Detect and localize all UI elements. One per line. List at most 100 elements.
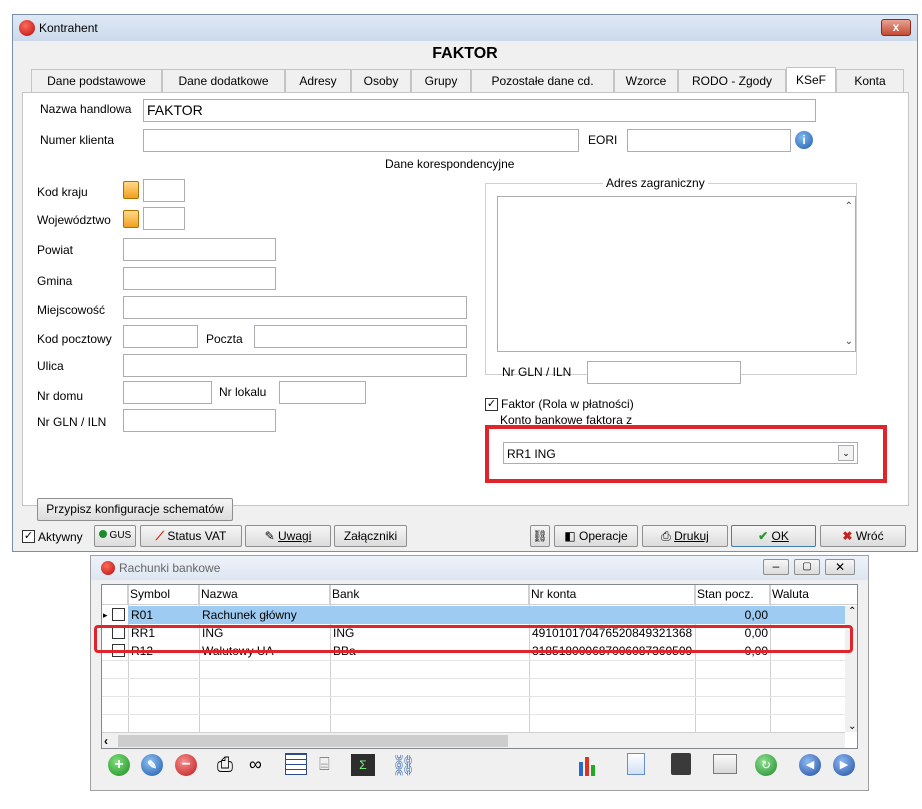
nr-domu-label: Nr domu [37,389,84,403]
cell-stan: 0,00 [744,608,768,622]
title-bar: Kontrahent x [13,15,917,41]
ulica-input[interactable] [123,354,467,377]
tab-dane-podstawowe[interactable]: Dane podstawowe [31,69,162,93]
printer-icon: ⎙ [661,529,671,543]
kod-pocztowy-input[interactable] [123,325,198,348]
nr-lokalu-input[interactable] [279,381,366,404]
nr-lokalu-label: Nr lokalu [219,385,267,399]
tab-dane-dodatkowe[interactable]: Dane dodatkowe [162,69,285,93]
column-waluta[interactable]: Waluta [770,585,857,605]
horizontal-scrollbar[interactable]: ‹ [102,732,845,748]
przypisz-button[interactable]: Przypisz konfiguracje schematów [37,498,233,521]
nr-gln2-input[interactable] [587,361,741,384]
poczta-input[interactable] [254,325,467,348]
wojewodztwo-input[interactable] [143,207,185,230]
kod-kraju-input[interactable] [143,179,185,202]
close-button[interactable]: ✕ [825,559,855,575]
tab-pozostale[interactable]: Pozostałe dane cd. [471,69,614,93]
scroll-up-icon[interactable]: ⌃ [848,606,856,617]
cell-nr-konta [530,606,695,624]
scroll-thumb[interactable] [118,735,508,747]
row-checkbox[interactable] [112,608,125,621]
close-button[interactable]: x [881,19,911,36]
rachunki-titlebar: Rachunki bankowe – ▢ ✕ [91,556,868,580]
operacje-icon: ◧ [564,529,576,543]
tab-osoby[interactable]: Osoby [351,69,411,93]
drukuj-label: Drukuj [674,529,709,543]
filter-icon[interactable]: ⌸ [319,754,330,775]
grid-line [102,678,857,679]
cell-bank [331,606,529,624]
numer-klienta-input[interactable] [143,129,579,152]
column-nazwa[interactable]: Nazwa [199,585,330,605]
scroll-up-icon[interactable]: ⌃ [845,201,853,212]
binoculars-icon[interactable]: ∞ [249,754,262,775]
add-icon[interactable]: + [108,754,130,776]
save-icon[interactable] [671,753,691,775]
chevron-down-icon[interactable]: ⌄ [838,445,854,461]
gmina-input[interactable] [123,267,276,290]
powiat-label: Powiat [37,243,74,257]
table-row[interactable]: ▸ R01 Rachunek główny 0,00 [102,606,857,624]
tab-wzorce[interactable]: Wzorce [614,69,678,93]
minimize-button[interactable]: – [763,559,789,575]
list-picker-icon[interactable] [123,210,139,228]
nr-domu-input[interactable] [123,381,212,404]
edit-icon[interactable]: ✎ [141,754,163,776]
nr-gln-input[interactable] [123,409,276,432]
nazwa-label: Nazwa handlowa [40,102,132,116]
note-icon: ✎ [264,529,275,543]
aktywny-checkbox[interactable]: ✓ [22,530,35,543]
miejscowosc-input[interactable] [123,296,467,319]
powiat-input[interactable] [123,238,276,261]
chain-icon[interactable]: ⛓ [391,753,416,778]
next-icon[interactable]: ▶ [833,754,855,776]
maximize-button[interactable]: ▢ [794,559,820,575]
chain-icon[interactable]: ⛓ [530,525,550,547]
list-picker-icon[interactable] [123,181,139,199]
previous-icon[interactable]: ◀ [799,754,821,776]
kod-kraju-label: Kod kraju [37,185,88,199]
column-nr-konta[interactable]: Nr konta [529,585,695,605]
sum-icon[interactable]: Σ [351,754,375,776]
delete-icon[interactable]: − [175,754,197,776]
wroc-button[interactable]: ✖ Wróć [820,525,906,547]
grid-line [102,660,857,661]
status-vat-label: Status VAT [167,529,227,543]
adres-zagraniczny-textarea[interactable]: ⌃ ⌄ [497,196,856,352]
info-icon[interactable]: i [795,131,813,149]
konto-bankowe-select[interactable]: RR1 ING ⌄ [503,442,858,464]
operacje-button[interactable]: ◧ Operacje [554,525,638,547]
scroll-left-icon[interactable]: ‹ [104,734,108,748]
column-bank[interactable]: Bank [330,585,529,605]
uwagi-button[interactable]: ✎ Uwagi [245,525,331,547]
scroll-down-icon[interactable]: ⌄ [845,336,853,347]
refresh-icon[interactable]: ↻ [755,754,777,776]
eori-input[interactable] [627,129,791,152]
document-icon[interactable] [627,753,645,775]
tab-ksef[interactable]: KSeF [786,67,836,94]
gus-label: GUS [109,530,132,541]
tab-rodo[interactable]: RODO - Zgody [678,69,786,93]
row-pointer-icon: ▸ [103,610,108,620]
table-view-icon[interactable] [285,753,307,775]
dane-korespondencyjne-label: Dane korespondencyjne [385,157,515,171]
status-vat-button[interactable]: ⟋ Status VAT [140,525,242,547]
printer-icon[interactable]: ⎙ [217,754,233,777]
tab-adresy[interactable]: Adresy [285,69,351,93]
column-stan-pocz[interactable]: Stan pocz. [695,585,770,605]
drukuj-button[interactable]: ⎙ Drukuj [642,525,728,547]
aktywny-label: Aktywny [38,530,83,544]
faktor-checkbox[interactable]: ✓ [485,398,498,411]
zalaczniki-button[interactable]: Załączniki [334,525,407,547]
column-symbol[interactable]: Symbol [128,585,199,605]
scroll-down-icon[interactable]: ⌄ [848,721,856,732]
window-icon[interactable] [713,754,737,774]
kod-pocztowy-label: Kod pocztowy [37,332,112,346]
tab-konta[interactable]: Konta [836,69,904,93]
gus-button[interactable]: GUS [94,525,136,547]
chart-icon[interactable] [577,754,599,776]
ok-button[interactable]: ✔ OK [731,525,816,547]
tab-grupy[interactable]: Grupy [411,69,471,93]
nazwa-input[interactable]: FAKTOR [143,99,816,122]
